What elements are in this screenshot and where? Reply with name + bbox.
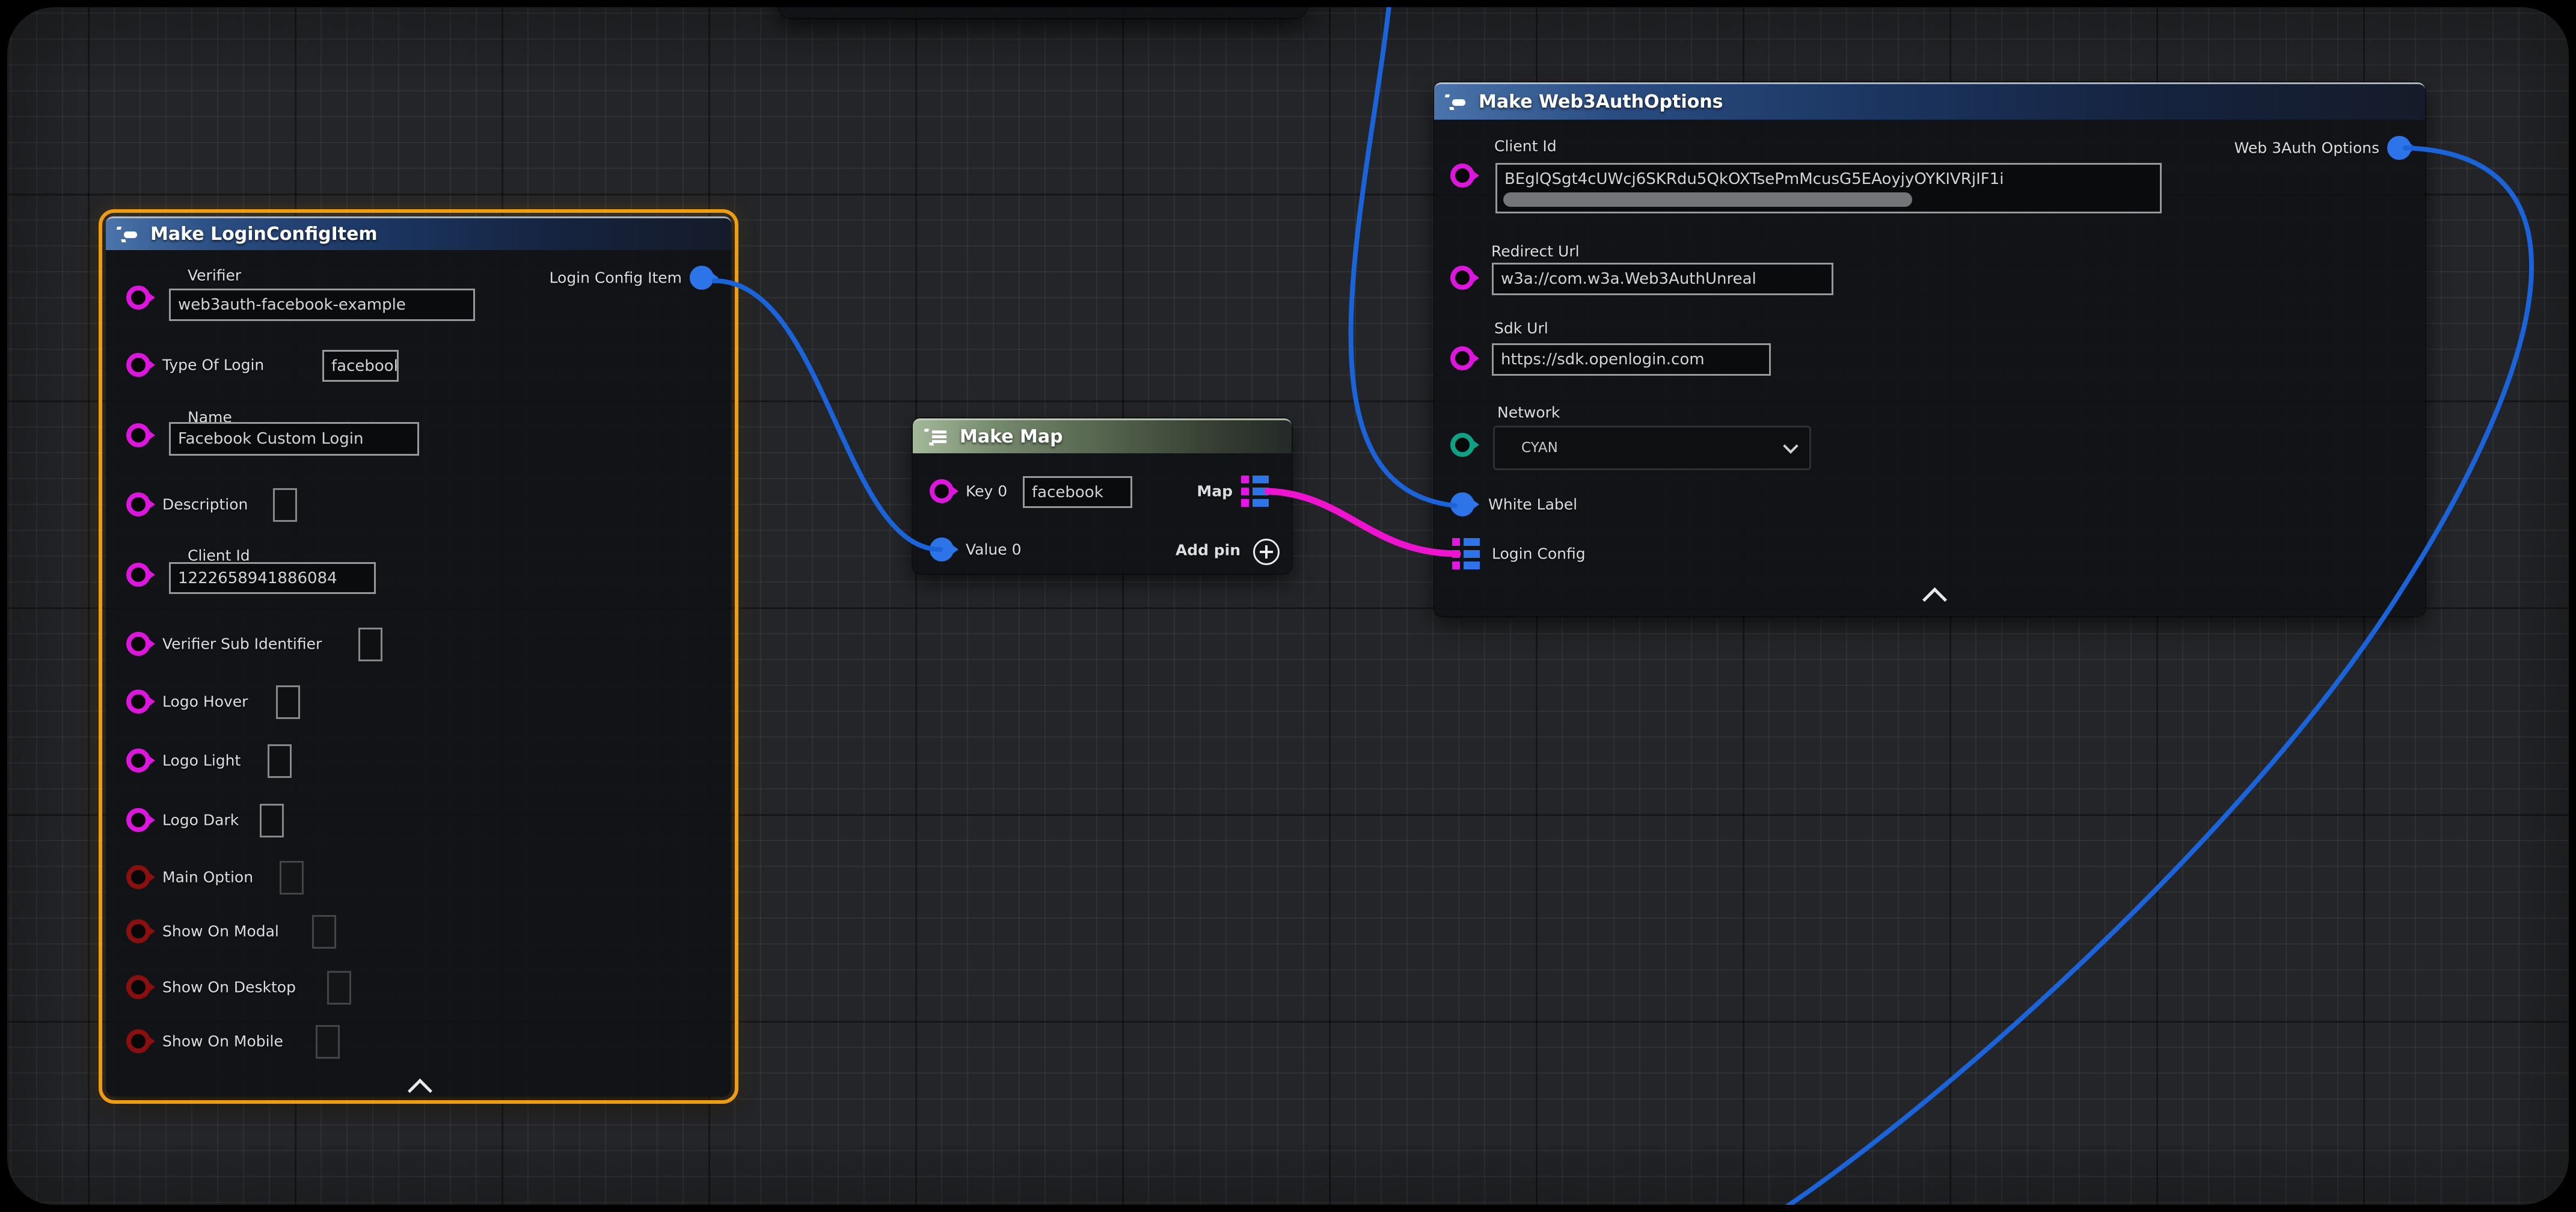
pin-verifier-sub-identifier[interactable] — [126, 632, 150, 656]
node-title: Make Web3AuthOptions — [1479, 91, 1723, 112]
pin-logo-hover[interactable] — [126, 690, 150, 714]
pin-label-logo-hover: Logo Hover — [162, 693, 248, 711]
pin-label-client-id: Client Id — [1494, 138, 1557, 155]
show-on-mobile-checkbox[interactable] — [316, 1025, 340, 1059]
pin-out-login-config-item[interactable] — [690, 266, 714, 290]
pin-sdk-url[interactable] — [1450, 346, 1474, 370]
network-dropdown[interactable]: CYAN — [1493, 426, 1811, 470]
show-on-desktop-checkbox[interactable] — [327, 971, 351, 1005]
wire-map-to-login-config[interactable] — [1268, 491, 1458, 554]
make-container-icon — [924, 426, 950, 448]
pin-value-0[interactable] — [930, 537, 954, 562]
pin-client-id[interactable] — [126, 563, 150, 587]
add-pin-icon[interactable] — [1253, 539, 1280, 565]
pin-verifier[interactable] — [126, 286, 150, 310]
node-make-map[interactable]: Make Map Key 0 facebook Map Value 0 Add … — [913, 418, 1292, 574]
verifier-input[interactable]: web3auth-facebook-example — [169, 289, 475, 321]
pin-white-label[interactable] — [1450, 492, 1474, 516]
name-input[interactable]: Facebook Custom Login — [169, 422, 419, 456]
pin-label-map: Map — [1197, 483, 1233, 500]
pin-description[interactable] — [126, 492, 150, 516]
verifier-sub-identifier-input[interactable] — [358, 628, 382, 661]
pin-label-web3auth-options: Web 3Auth Options — [2234, 139, 2379, 157]
pin-show-on-modal[interactable] — [126, 919, 150, 943]
client-id-scrollbar[interactable] — [1503, 192, 1912, 207]
pin-label-logo-dark: Logo Dark — [162, 812, 239, 829]
pin-label-login-config-item: Login Config Item — [550, 269, 682, 287]
pin-label-type-of-login: Type Of Login — [162, 357, 264, 374]
pin-label-show-on-desktop: Show On Desktop — [162, 979, 296, 996]
key-0-input[interactable]: facebook — [1023, 476, 1132, 508]
node-make-loginconfigitem[interactable]: Make LoginConfigItem Login Config Item V… — [106, 216, 731, 1097]
pin-type-of-login[interactable] — [126, 353, 150, 377]
pin-out-web3auth-options[interactable] — [2387, 136, 2411, 160]
pin-label-logo-light: Logo Light — [162, 752, 241, 770]
pin-login-config[interactable] — [1452, 538, 1480, 569]
pin-out-map[interactable] — [1241, 476, 1269, 507]
pin-show-on-desktop[interactable] — [126, 975, 150, 999]
pin-key-0[interactable] — [930, 479, 954, 503]
pin-label-verifier-sub-identifier: Verifier Sub Identifier — [162, 635, 322, 653]
description-input[interactable] — [273, 488, 297, 522]
network-selected-value: CYAN — [1521, 440, 1558, 456]
pin-label-show-on-mobile: Show On Mobile — [162, 1033, 283, 1050]
node-header[interactable]: Make Map — [913, 418, 1292, 453]
logo-light-input[interactable] — [268, 744, 292, 778]
node-make-web3authoptions[interactable]: Make Web3AuthOptions Web 3Auth Options C… — [1434, 82, 2425, 616]
pin-name[interactable] — [126, 423, 150, 447]
node-title: Make LoginConfigItem — [150, 224, 378, 245]
blueprint-graph-canvas[interactable]: Make LoginConfigItem Login Config Item V… — [7, 7, 2569, 1205]
pin-label-login-config: Login Config — [1492, 545, 1586, 563]
pin-label-key-0: Key 0 — [966, 483, 1007, 500]
collapse-advanced-chevron[interactable] — [408, 1079, 432, 1103]
client-id-input[interactable]: BEglQSgt4cUWcj6SKRdu5QkOXTsePmMcusG5EAoy… — [1495, 163, 2162, 213]
pin-redirect-url[interactable] — [1450, 266, 1474, 290]
logo-hover-input[interactable] — [276, 685, 300, 719]
sdk-url-input[interactable]: https://sdk.openlogin.com — [1492, 343, 1771, 376]
pin-label-network: Network — [1497, 404, 1560, 421]
pin-client-id[interactable] — [1450, 164, 1474, 188]
redirect-url-input[interactable]: w3a://com.w3a.Web3AuthUnreal — [1492, 263, 1833, 295]
pin-label-sdk-url: Sdk Url — [1494, 320, 1548, 337]
type-of-login-input[interactable]: facebook — [322, 350, 399, 382]
pin-label-redirect-url: Redirect Url — [1491, 243, 1580, 260]
pin-label-white-label: White Label — [1488, 496, 1577, 513]
pin-network[interactable] — [1450, 433, 1474, 457]
add-pin-label[interactable]: Add pin — [1176, 542, 1240, 559]
pin-logo-dark[interactable] — [126, 808, 150, 832]
node-header[interactable]: Make Web3AuthOptions — [1434, 82, 2425, 120]
pin-label-main-option: Main Option — [162, 869, 253, 886]
offscreen-node-top[interactable] — [779, 7, 1306, 18]
collapse-advanced-chevron[interactable] — [1922, 587, 1947, 612]
pin-main-option[interactable] — [126, 865, 150, 889]
pin-label-description: Description — [162, 496, 248, 513]
client-id-input[interactable]: 1222658941886084 — [169, 562, 376, 594]
make-struct-icon — [1445, 92, 1469, 112]
pin-label-value-0: Value 0 — [966, 541, 1022, 559]
make-struct-icon — [117, 224, 141, 245]
main-option-checkbox[interactable] — [280, 861, 304, 895]
chevron-down-icon — [1783, 438, 1798, 453]
client-id-text: BEglQSgt4cUWcj6SKRdu5QkOXTsePmMcusG5EAoy… — [1504, 166, 2004, 192]
pin-label-show-on-modal: Show On Modal — [162, 923, 279, 940]
logo-dark-input[interactable] — [260, 804, 284, 837]
node-header[interactable]: Make LoginConfigItem — [106, 216, 731, 250]
wire-login-config-item-to-value0[interactable] — [714, 281, 940, 549]
pin-logo-light[interactable] — [126, 748, 150, 773]
pin-label-verifier: Verifier — [188, 267, 241, 284]
node-title: Make Map — [960, 426, 1063, 447]
pin-show-on-mobile[interactable] — [126, 1029, 150, 1053]
show-on-modal-checkbox[interactable] — [312, 915, 336, 949]
